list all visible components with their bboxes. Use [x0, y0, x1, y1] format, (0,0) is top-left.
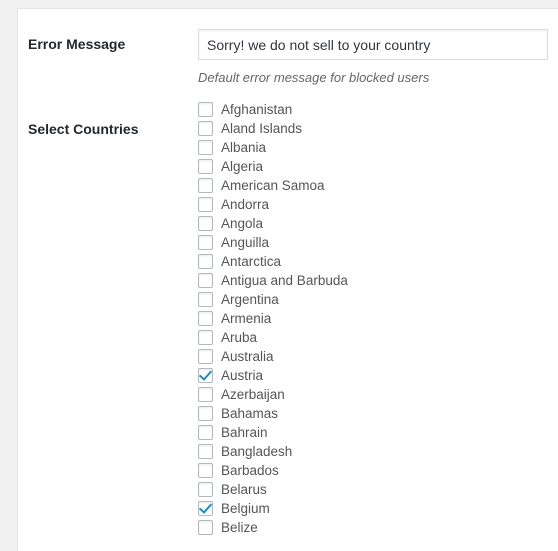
- checkbox-unchecked-icon[interactable]: [198, 348, 213, 364]
- country-name-label: Afghanistan: [221, 101, 293, 117]
- country-name-label: Belarus: [221, 481, 267, 497]
- error-message-cell: Default error message for blocked users: [198, 9, 558, 88]
- checkbox-unchecked-icon[interactable]: [198, 215, 213, 231]
- checkbox-unchecked-icon[interactable]: [198, 234, 213, 250]
- country-list-item[interactable]: Belgium: [198, 499, 548, 518]
- country-name-label: Azerbaijan: [221, 386, 285, 402]
- checkbox-unchecked-icon[interactable]: [198, 481, 213, 497]
- checkbox-unchecked-icon[interactable]: [198, 443, 213, 459]
- country-list-item[interactable]: Belize: [198, 518, 548, 537]
- country-list-item[interactable]: Argentina: [198, 290, 548, 309]
- country-name-label: Antigua and Barbuda: [221, 272, 348, 288]
- country-name-label: Andorra: [221, 196, 270, 212]
- country-list-item[interactable]: Armenia: [198, 309, 548, 328]
- checkbox-unchecked-icon[interactable]: [198, 101, 213, 117]
- country-list-item[interactable]: Afghanistan: [198, 100, 548, 119]
- country-name-label: Belgium: [221, 500, 270, 516]
- checkbox-unchecked-icon[interactable]: [198, 196, 213, 212]
- country-list-item[interactable]: Barbados: [198, 461, 548, 480]
- error-message-input[interactable]: [198, 29, 548, 60]
- checkbox-unchecked-icon[interactable]: [198, 177, 213, 193]
- country-list-item[interactable]: Antigua and Barbuda: [198, 271, 548, 290]
- checkbox-unchecked-icon[interactable]: [198, 424, 213, 440]
- country-name-label: Anguilla: [221, 234, 270, 250]
- country-name-label: American Samoa: [221, 177, 325, 193]
- checkbox-unchecked-icon[interactable]: [198, 253, 213, 269]
- checkbox-unchecked-icon[interactable]: [198, 272, 213, 288]
- error-message-description: Default error message for blocked users: [198, 70, 430, 85]
- country-name-label: Bangladesh: [221, 443, 293, 459]
- country-name-label: Antarctica: [221, 253, 282, 269]
- country-list-item[interactable]: Algeria: [198, 157, 548, 176]
- country-name-label: Bahrain: [221, 424, 268, 440]
- checkbox-unchecked-icon[interactable]: [198, 291, 213, 307]
- country-list-item[interactable]: Belarus: [198, 480, 548, 499]
- settings-form-table: Error Message Default error message for …: [18, 9, 558, 537]
- country-list-item[interactable]: Australia: [198, 347, 548, 366]
- country-name-label: Angola: [221, 215, 264, 231]
- country-list-item[interactable]: Aland Islands: [198, 119, 548, 138]
- country-name-label: Armenia: [221, 310, 272, 326]
- country-list-item[interactable]: Andorra: [198, 195, 548, 214]
- checkbox-unchecked-icon[interactable]: [198, 310, 213, 326]
- checkbox-checked-icon[interactable]: [198, 367, 213, 383]
- checkbox-unchecked-icon[interactable]: [198, 462, 213, 478]
- checkbox-unchecked-icon[interactable]: [198, 329, 213, 345]
- checkbox-unchecked-icon[interactable]: [198, 386, 213, 402]
- country-name-label: Bahamas: [221, 405, 279, 421]
- country-list-item[interactable]: Austria: [198, 366, 548, 385]
- country-list-item[interactable]: Antarctica: [198, 252, 548, 271]
- country-list-item[interactable]: Azerbaijan: [198, 385, 548, 404]
- country-list-item[interactable]: Anguilla: [198, 233, 548, 252]
- country-list-item[interactable]: Bangladesh: [198, 442, 548, 461]
- checkbox-unchecked-icon[interactable]: [198, 405, 213, 421]
- select-countries-label: Select Countries: [28, 120, 139, 137]
- country-name-label: Australia: [221, 348, 274, 364]
- country-list-item[interactable]: Angola: [198, 214, 548, 233]
- select-countries-cell: Afghanistan Aland Islands Albania Algeria Am…: [198, 88, 558, 537]
- country-name-label: Aland Islands: [221, 120, 303, 136]
- country-list-item[interactable]: Albania: [198, 138, 548, 157]
- checkbox-unchecked-icon[interactable]: [198, 519, 213, 535]
- error-message-label: Error Message: [28, 36, 126, 52]
- country-name-label: Austria: [221, 367, 264, 383]
- country-list-item[interactable]: Bahrain: [198, 423, 548, 442]
- country-name-label: Algeria: [221, 158, 264, 174]
- error-message-row: Error Message Default error message for …: [18, 9, 558, 88]
- country-name-label: Belize: [221, 519, 258, 535]
- select-countries-row: Select Countries Afghanistan Aland Island…: [18, 88, 558, 537]
- country-name-label: Albania: [221, 139, 267, 155]
- checkbox-unchecked-icon[interactable]: [198, 139, 213, 155]
- country-checkbox-list: Afghanistan Aland Islands Albania Algeria Am…: [198, 100, 548, 537]
- country-name-label: Aruba: [221, 329, 258, 345]
- settings-panel: Error Message Default error message for …: [17, 8, 558, 551]
- checkbox-unchecked-icon[interactable]: [198, 120, 213, 136]
- checkbox-unchecked-icon[interactable]: [198, 158, 213, 174]
- country-list-item[interactable]: American Samoa: [198, 176, 548, 195]
- country-name-label: Argentina: [221, 291, 279, 307]
- country-list-item[interactable]: Bahamas: [198, 404, 548, 423]
- country-name-label: Barbados: [221, 462, 279, 478]
- country-list-item[interactable]: Aruba: [198, 328, 548, 347]
- checkbox-checked-icon[interactable]: [198, 500, 213, 516]
